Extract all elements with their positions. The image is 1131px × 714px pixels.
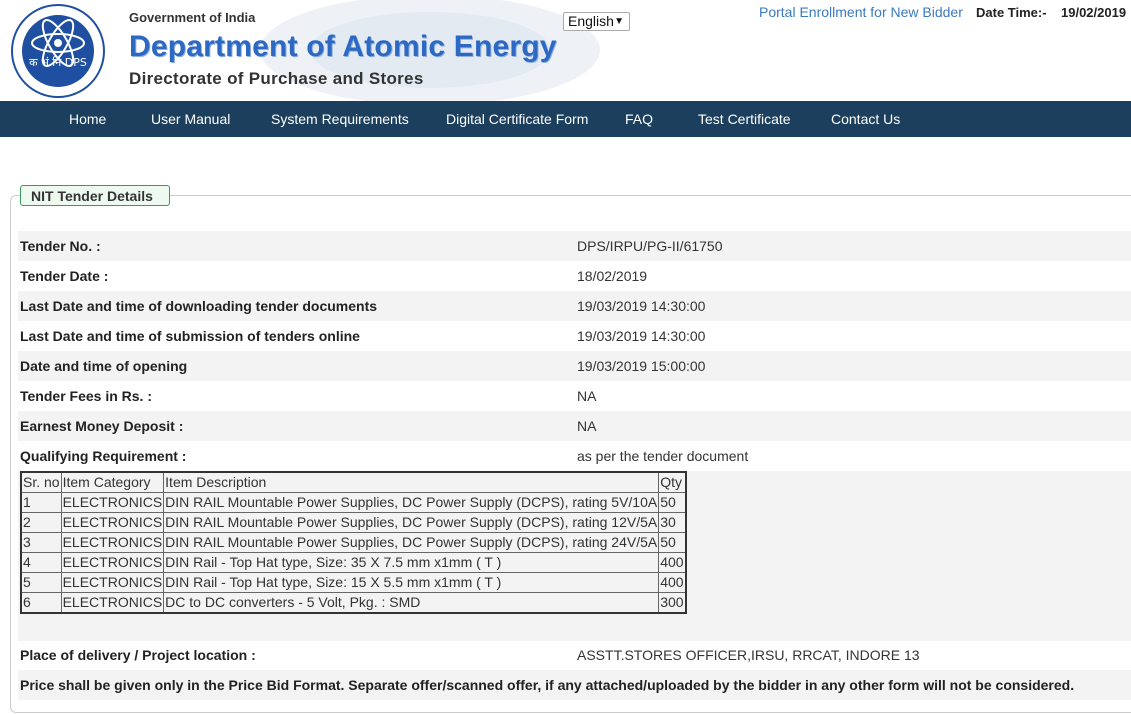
table-cell: DIN Rail - Top Hat type, Size: 35 X 7.5 …	[163, 552, 660, 573]
detail-value: 19/03/2019 14:30:00	[577, 328, 706, 344]
column-header: Item Description	[163, 471, 660, 493]
table-cell: 400	[658, 552, 687, 573]
detail-value: 19/03/2019 15:00:00	[577, 358, 706, 374]
table-header-row: Sr. no Item Category Item Description Qt…	[20, 471, 687, 493]
table-cell: 6	[20, 592, 62, 614]
logo-hindi-text: क भं नि DPS	[29, 56, 87, 69]
nav-test-certificate[interactable]: Test Certificate	[698, 111, 791, 127]
detail-value: as per the tender document	[577, 448, 749, 464]
detail-label: Earnest Money Deposit :	[20, 418, 184, 434]
detail-label: Tender Date :	[20, 268, 109, 284]
table-cell: DIN RAIL Mountable Power Supplies, DC Po…	[163, 492, 660, 513]
detail-row-submission-date: Last Date and time of submission of tend…	[18, 321, 1131, 351]
price-bid-note: Price shall be given only in the Price B…	[20, 677, 1075, 693]
table-cell: DIN RAIL Mountable Power Supplies, DC Po…	[163, 512, 660, 533]
detail-value: ASSTT.STORES OFFICER,IRSU, RRCAT, INDORE…	[577, 647, 920, 663]
table-cell: 4	[20, 552, 62, 573]
table-row: 4 ELECTRONICS DIN Rail - Top Hat type, S…	[20, 552, 687, 573]
detail-row-qualifying: Qualifying Requirement : as per the tend…	[18, 441, 1131, 471]
table-row: 3 ELECTRONICS DIN RAIL Mountable Power S…	[20, 532, 687, 553]
detail-label: Date and time of opening	[20, 358, 188, 374]
detail-row-download-date: Last Date and time of downloading tender…	[18, 291, 1131, 321]
language-selected: English	[568, 13, 614, 29]
table-cell: 5	[20, 572, 62, 593]
table-cell: ELECTRONICS	[60, 592, 165, 614]
detail-value: 18/02/2019	[577, 268, 648, 284]
department-title: Department of Atomic Energy	[129, 30, 557, 63]
detail-row-delivery: Place of delivery / Project location : A…	[18, 640, 1131, 670]
detail-value: DPS/IRPU/PG-II/61750	[577, 238, 723, 254]
detail-label: Tender No. :	[20, 238, 101, 254]
nav-digital-certificate-form[interactable]: Digital Certificate Form	[446, 111, 588, 127]
table-cell: ELECTRONICS	[60, 572, 165, 593]
detail-row-opening-date: Date and time of opening 19/03/2019 15:0…	[18, 351, 1131, 381]
column-header: Item Category	[60, 471, 165, 493]
detail-label: Last Date and time of downloading tender…	[20, 298, 378, 314]
government-label: Government of India	[129, 10, 256, 25]
table-cell: 50	[658, 532, 687, 553]
section-title: NIT Tender Details	[20, 185, 170, 206]
table-cell: 30	[658, 512, 687, 533]
column-header: Qty	[658, 471, 687, 493]
table-cell: DIN Rail - Top Hat type, Size: 15 X 5.5 …	[163, 572, 660, 593]
detail-label: Tender Fees in Rs. :	[20, 388, 152, 404]
nav-system-requirements[interactable]: System Requirements	[271, 111, 409, 127]
table-cell: 400	[658, 572, 687, 593]
table-cell: 300	[658, 592, 687, 614]
detail-value: 19/03/2019 14:30:00	[577, 298, 706, 314]
main-nav: Home User Manual System Requirements Dig…	[0, 101, 1131, 137]
detail-row-emd: Earnest Money Deposit : NA	[18, 411, 1131, 441]
nav-contact-us[interactable]: Contact Us	[831, 111, 900, 127]
column-header: Sr. no	[20, 471, 62, 493]
portal-enrollment-link[interactable]: Portal Enrollment for New Bidder	[759, 4, 963, 20]
items-table: Sr. no Item Category Item Description Qt…	[20, 471, 687, 614]
table-cell: DIN RAIL Mountable Power Supplies, DC Po…	[163, 532, 660, 553]
table-row: 2 ELECTRONICS DIN RAIL Mountable Power S…	[20, 512, 687, 533]
table-cell: ELECTRONICS	[60, 492, 165, 513]
site-header: क भं नि DPS Government of India Departme…	[0, 0, 1131, 101]
table-cell: 50	[658, 492, 687, 513]
nav-home[interactable]: Home	[69, 111, 106, 127]
directorate-title: Directorate of Purchase and Stores	[129, 69, 424, 88]
table-cell: ELECTRONICS	[60, 512, 165, 533]
detail-row-tender-no: Tender No. : DPS/IRPU/PG-II/61750	[18, 231, 1131, 261]
detail-label: Place of delivery / Project location :	[20, 647, 256, 663]
table-cell: 2	[20, 512, 62, 533]
table-cell: ELECTRONICS	[60, 552, 165, 573]
date-time-value: 19/02/2019	[1061, 5, 1127, 20]
date-time-label: Date Time:-	[976, 5, 1047, 20]
table-cell: 1	[20, 492, 62, 513]
nav-faq[interactable]: FAQ	[625, 111, 653, 127]
table-cell: ELECTRONICS	[60, 532, 165, 553]
detail-label: Last Date and time of submission of tend…	[20, 328, 360, 344]
table-row: 1 ELECTRONICS DIN RAIL Mountable Power S…	[20, 492, 687, 513]
nav-user-manual[interactable]: User Manual	[151, 111, 230, 127]
language-select[interactable]: English ▼	[563, 12, 630, 31]
detail-row-tender-date: Tender Date : 18/02/2019	[18, 261, 1131, 291]
chevron-down-icon: ▼	[614, 16, 624, 27]
table-cell: 3	[20, 532, 62, 553]
table-row: 6 ELECTRONICS DC to DC converters - 5 Vo…	[20, 592, 687, 614]
detail-value: NA	[577, 418, 597, 434]
table-row: 5 ELECTRONICS DIN Rail - Top Hat type, S…	[20, 572, 687, 593]
detail-label: Qualifying Requirement :	[20, 448, 187, 464]
table-cell: DC to DC converters - 5 Volt, Pkg. : SMD	[163, 592, 660, 614]
dps-logo-icon: क भं नि DPS	[11, 4, 105, 98]
detail-value: NA	[577, 388, 597, 404]
detail-row-tender-fees: Tender Fees in Rs. : NA	[18, 381, 1131, 411]
